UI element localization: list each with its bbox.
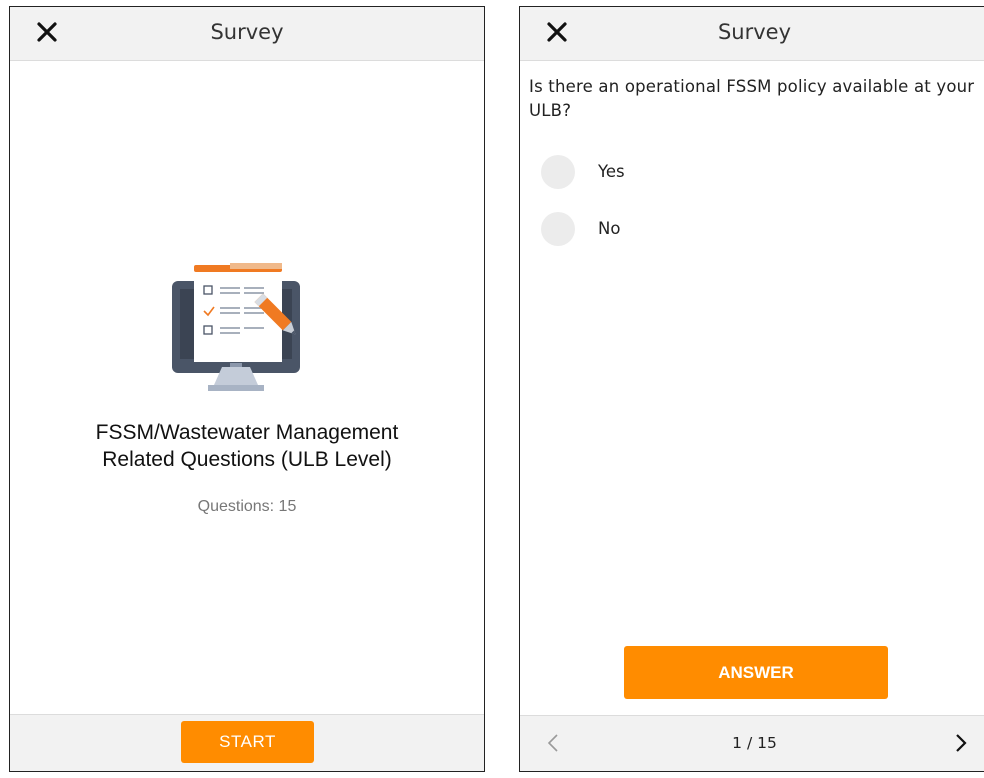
start-button[interactable]: START (181, 721, 314, 763)
top-bar: Survey (10, 7, 484, 61)
option-yes[interactable]: Yes (541, 155, 741, 189)
page-title: Survey (210, 20, 284, 44)
option-no[interactable]: No (541, 212, 741, 246)
option-label: No (598, 219, 621, 238)
radio-button[interactable] (541, 155, 575, 189)
option-label: Yes (598, 162, 625, 181)
survey-question-screen: Survey Is there an operational FSSM poli… (519, 6, 984, 772)
survey-title-line1: FSSM/Wastewater Management (95, 421, 399, 444)
answer-button[interactable]: ANSWER (624, 646, 888, 699)
survey-intro-screen: Survey FSSM/Wastewater Management Relate… (9, 6, 485, 772)
question-count: Questions: 15 (197, 498, 297, 515)
survey-title-line2: Related Questions (ULB Level) (102, 448, 392, 471)
bottom-bar: START (10, 714, 484, 771)
question-text: Is there an operational FSSM policy avai… (529, 77, 975, 120)
page-indicator: 1 / 15 (732, 734, 777, 752)
computer-checklist-icon (172, 263, 300, 391)
top-bar: Survey (520, 7, 984, 61)
radio-button[interactable] (541, 212, 575, 246)
survey-title: FSSM/Wastewater Management Related Quest… (30, 419, 464, 473)
chevron-right-icon[interactable] (954, 733, 968, 753)
pagination-bar: 1 / 15 (520, 715, 984, 771)
page-title: Survey (717, 20, 792, 44)
